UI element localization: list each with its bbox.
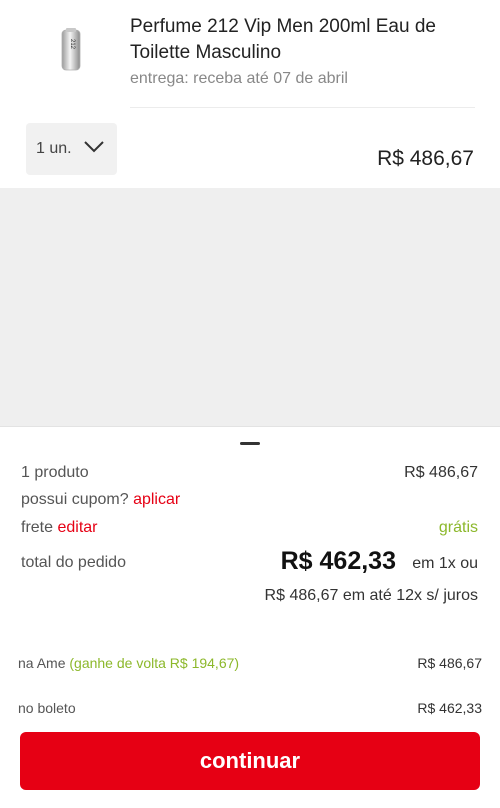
items-count-label: 1 produto: [21, 464, 89, 481]
coupon-row: possui cupom? aplicar: [21, 491, 180, 509]
payment-option-value: R$ 462,33: [417, 700, 482, 716]
product-price: R$ 486,67: [377, 147, 474, 170]
drag-handle[interactable]: [240, 442, 260, 445]
product-card: 212 Perfume 212 Vip Men 200ml Eau de Toi…: [0, 0, 500, 188]
continue-button[interactable]: continuar: [20, 732, 480, 790]
items-subtotal: R$ 486,67: [404, 464, 478, 481]
product-title[interactable]: Perfume 212 Vip Men 200ml Eau de Toilett…: [130, 14, 480, 66]
delivery-estimate: entrega: receba até 07 de abril: [130, 70, 348, 87]
payment-option-boleto[interactable]: no boleto: [18, 700, 76, 716]
order-summary-sheet: 1 produto R$ 486,67 possui cupom? aplica…: [0, 426, 500, 808]
quantity-select[interactable]: 1 un.: [26, 123, 117, 175]
content-background: [0, 188, 500, 426]
shipping-value: grátis: [438, 519, 478, 536]
divider: [130, 107, 475, 108]
coupon-label: possui cupom?: [21, 491, 129, 508]
cashback-highlight: (ganhe de volta R$ 194,67): [69, 655, 240, 671]
payment-option-value: R$ 486,67: [417, 655, 482, 671]
payment-option-ame[interactable]: na Ame (ganhe de volta R$ 194,67): [18, 655, 239, 671]
cart-page: 212 Perfume 212 Vip Men 200ml Eau de Toi…: [0, 0, 500, 808]
edit-shipping-link[interactable]: editar: [57, 519, 97, 536]
perfume-bottle-icon: 212: [61, 28, 81, 71]
total-label: total do pedido: [21, 554, 126, 571]
shipping-label: frete: [21, 519, 54, 536]
product-thumbnail[interactable]: 212: [58, 28, 84, 72]
total-value: R$ 462,33: [280, 547, 396, 575]
installments-info: R$ 486,67 em até 12x s/ juros: [264, 587, 478, 604]
shipping-row: frete editar: [21, 519, 98, 537]
payment-option-label: no boleto: [18, 700, 76, 716]
total-payment-suffix: em 1x ou: [412, 555, 478, 572]
apply-coupon-link[interactable]: aplicar: [133, 491, 180, 508]
chevron-down-icon: [84, 141, 104, 153]
payment-option-label: na Ame: [18, 655, 66, 671]
quantity-value: 1 un.: [36, 140, 72, 157]
bottle-label: 212: [69, 39, 75, 50]
